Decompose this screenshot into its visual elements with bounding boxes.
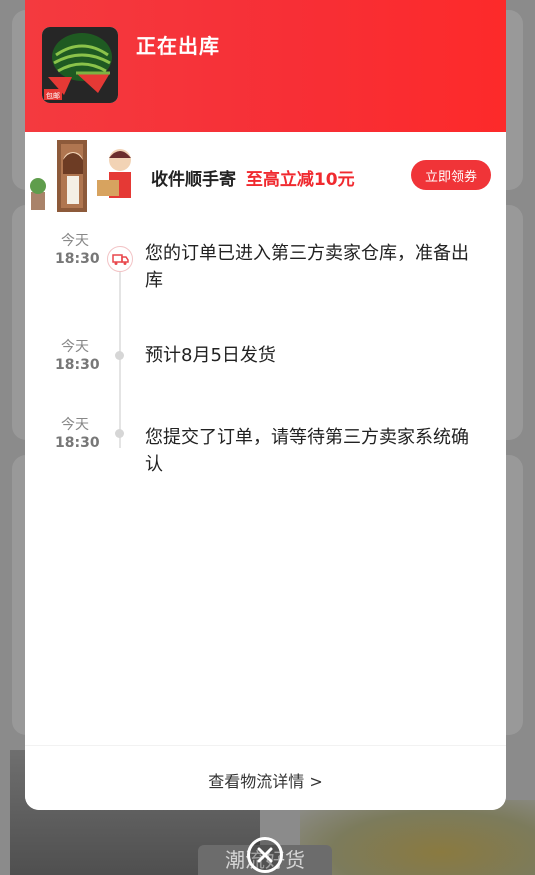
timeline-text: 预计8月5日发货: [145, 345, 276, 366]
timeline-text: 您提交了订单，请等待第三方卖家系统确认: [145, 427, 469, 475]
promo-text: 收件顺手寄 至高立减10元: [151, 165, 355, 190]
courier-illustration: [30, 140, 131, 212]
timeline-dot: [115, 351, 124, 360]
timeline-time: 今天 18:30: [55, 416, 100, 452]
order-status-sheet: 包邮 正在出库 收件顺手寄 至高立减10元 立即领券 今天 18:30 您的订单…: [25, 0, 506, 810]
product-badge: 包邮: [46, 91, 60, 100]
timeline-day: 今天: [61, 233, 89, 249]
watermelon-image: 包邮: [42, 27, 118, 103]
timeline-clock: 18:30: [55, 251, 100, 267]
timeline-clock: 18:30: [55, 357, 100, 373]
timeline-dot: [115, 429, 124, 438]
background-melon-photo: [300, 800, 535, 875]
status-title: 正在出库: [136, 34, 220, 58]
timeline-text: 您的订单已进入第三方卖家仓库，准备出库: [145, 243, 469, 291]
promo-banner[interactable]: 收件顺手寄 至高立减10元 立即领券: [25, 132, 506, 220]
promo-label: 收件顺手寄: [151, 170, 236, 190]
sheet-footer: 查看物流详情 >: [25, 745, 506, 810]
timeline-time: 今天 18:30: [55, 338, 100, 374]
claim-coupon-button[interactable]: 立即领券: [411, 160, 491, 190]
truck-icon: [107, 246, 133, 272]
timeline-day: 今天: [61, 417, 89, 433]
timeline-time: 今天 18:30: [55, 232, 100, 268]
sheet-header: 包邮 正在出库: [25, 0, 506, 132]
timeline-clock: 18:30: [55, 435, 100, 451]
view-logistics-link[interactable]: 查看物流详情 >: [25, 768, 506, 792]
close-button[interactable]: [247, 837, 283, 873]
close-icon: [257, 847, 273, 863]
promo-highlight: 至高立减10元: [245, 170, 355, 190]
timeline-day: 今天: [61, 339, 89, 355]
product-thumbnail[interactable]: 包邮: [42, 27, 118, 103]
logistics-timeline: 今天 18:30 您的订单已进入第三方卖家仓库，准备出库 今天 18:30 预计…: [25, 220, 506, 745]
